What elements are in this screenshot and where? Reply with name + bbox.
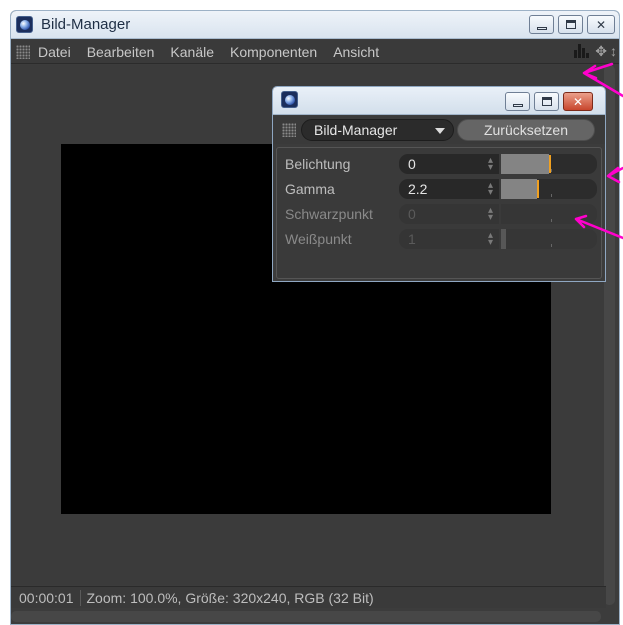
minimize-icon [536,27,547,30]
slider-fill [501,154,549,174]
menu-kanaele[interactable]: Kanäle [170,44,214,60]
param-slider[interactable] [501,154,597,174]
menu-tool-icons: ✥ ↕ [572,42,617,60]
updown-icon[interactable]: ↕ [610,43,617,59]
popup-app-icon-orb [285,95,295,105]
menu-komponenten[interactable]: Komponenten [230,44,317,60]
histogram-bar [578,44,582,58]
main-titlebar[interactable]: Bild-Manager ✕ [11,11,619,39]
menu-datei[interactable]: Datei [38,44,71,60]
status-info: Zoom: 100.0%, Größe: 320x240, RGB (32 Bi… [86,589,374,606]
status-time: 00:00:01 [19,589,74,606]
popup-maximize-button[interactable] [534,92,559,111]
histogram-bar [574,50,578,58]
param-label: Belichtung [285,156,351,172]
spinner-arrows-icon: ▴ ▾ [487,230,493,248]
status-separator [79,589,81,606]
main-window-controls: ✕ [529,15,615,34]
popup-window-controls: ✕ [505,92,593,111]
status-bar: 00:00:01 Zoom: 100.0%, Größe: 320x240, R… [11,586,606,608]
grip-icon[interactable] [282,123,296,137]
mode-select[interactable]: Bild-Manager [301,119,454,141]
param-row-belichtung: Belichtung 0 ▴ ▾ [277,152,601,176]
param-value: 2.2 [408,181,428,197]
dropdown-caret-icon [435,128,445,134]
param-value-field[interactable]: 2.2 ▴ ▾ [399,179,499,199]
move-icon[interactable]: ✥ [595,43,607,60]
histogram-bar [586,53,590,58]
close-icon: ✕ [595,17,607,32]
slider-tick [551,244,552,247]
param-label: Weißpunkt [285,231,352,247]
close-button[interactable]: ✕ [587,15,615,34]
histogram-icon[interactable] [572,42,592,60]
param-value: 1 [408,231,416,247]
window-title: Bild-Manager [41,16,131,33]
close-icon: ✕ [572,94,584,109]
param-slider [501,229,597,249]
menubar: Datei Bearbeiten Kanäle Komponenten Ansi… [11,40,619,64]
menu-bearbeiten[interactable]: Bearbeiten [87,44,155,60]
maximize-icon [565,20,576,29]
slider-tick [551,194,552,197]
spinner-arrows-icon[interactable]: ▴ ▾ [488,156,493,173]
param-slider [501,204,597,224]
histogram-bar [582,48,586,58]
spinner-arrows-icon[interactable]: ▴ ▾ [488,181,493,198]
maximize-button[interactable] [558,15,583,34]
app-icon[interactable] [16,16,33,33]
spinner-arrows-icon: ▴ ▾ [487,205,493,223]
slider-tick [551,219,552,222]
param-row-schwarzpunkt: Schwarzpunkt 0 ▴ ▾ [277,202,601,226]
grip-icon[interactable] [16,44,30,59]
param-row-weißpunkt: Weißpunkt 1 ▴ ▾ [277,227,601,251]
param-value: 0 [408,156,416,172]
popup-close-button[interactable]: ✕ [563,92,593,111]
menu-ansicht[interactable]: Ansicht [333,44,379,60]
minimize-button[interactable] [529,15,554,34]
param-value: 0 [408,206,416,222]
slider-fill [501,179,537,199]
param-slider[interactable] [501,179,597,199]
mode-select-value: Bild-Manager [314,122,398,138]
param-row-gamma: Gamma 2.2 ▴ ▾ [277,177,601,201]
popup-app-icon[interactable] [281,91,298,108]
param-label: Schwarzpunkt [285,206,373,222]
popup-minimize-button[interactable] [505,92,530,111]
param-label: Gamma [285,181,335,197]
horizontal-scrollbar[interactable] [11,611,601,622]
popup-titlebar[interactable]: ✕ [273,87,605,115]
app-icon-orb [20,20,30,30]
popup-toolbar: Bild-Manager Zurücksetzen [273,116,605,144]
popup-window: ✕ Bild-Manager Zurücksetzen Belichtung 0 ▴… [272,86,606,282]
param-value-field: 1 ▴ ▾ [399,229,499,249]
maximize-icon [541,97,552,106]
reset-button[interactable]: Zurücksetzen [457,119,595,141]
minimize-icon [512,104,523,107]
slider-tick [551,169,552,172]
parameter-panel: Belichtung 0 ▴ ▾ Gamma 2.2 ▴ ▾ Schwarzpunkt 0 ▴ ▾ We… [276,147,602,279]
slider-fill [501,229,506,249]
param-value-field: 0 ▴ ▾ [399,204,499,224]
slider-knob[interactable] [537,180,539,198]
param-value-field[interactable]: 0 ▴ ▾ [399,154,499,174]
